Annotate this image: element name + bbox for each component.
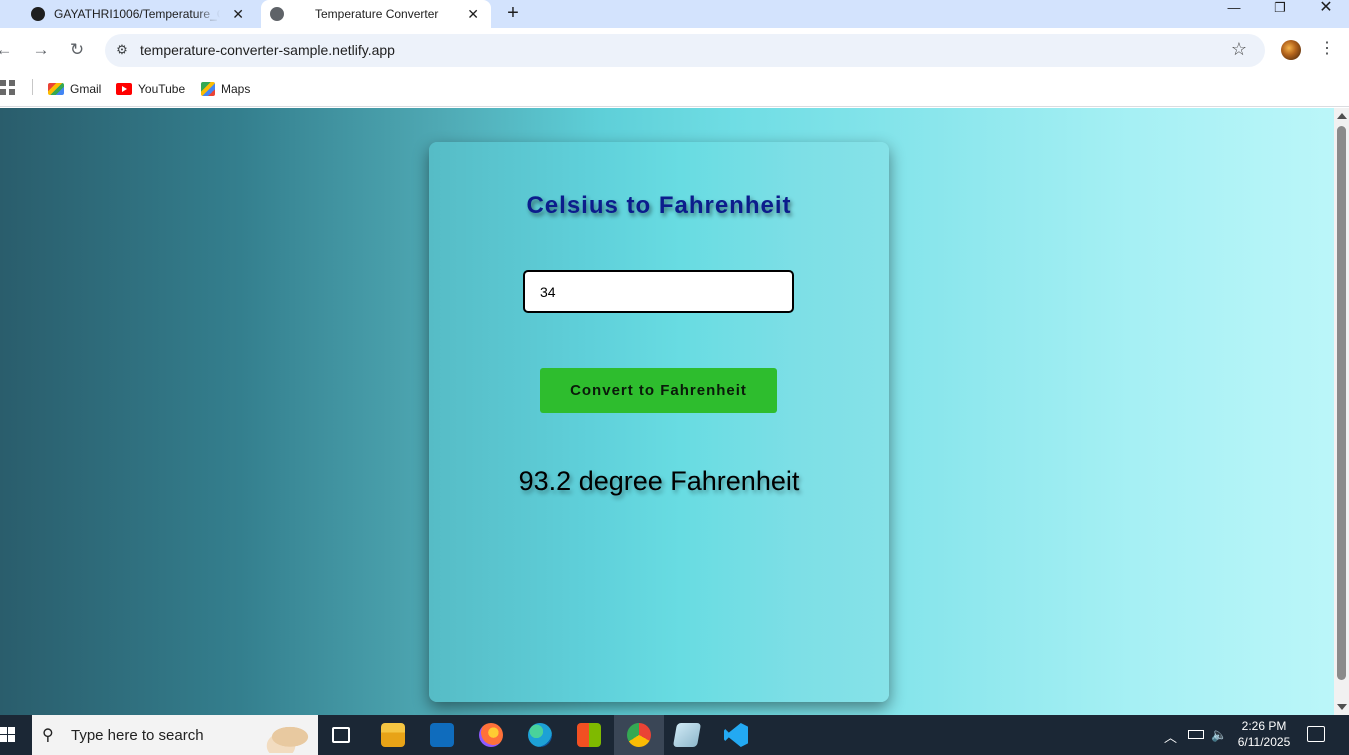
restore-button[interactable]: ❐ — [1260, 0, 1300, 20]
volume-icon[interactable]: 🔈 — [1211, 727, 1227, 743]
bookmark-youtube-label: YouTube — [138, 82, 186, 96]
browser-menu-icon[interactable]: ⋮ — [1318, 39, 1336, 59]
tab-github-title: GAYATHRI1006/Temperature_Co — [54, 7, 220, 21]
bookmark-youtube[interactable]: YouTube — [116, 79, 185, 99]
microsoft-store-icon[interactable] — [577, 723, 601, 747]
close-tab-icon[interactable]: ✕ — [467, 5, 479, 23]
vscode-icon[interactable] — [724, 723, 748, 747]
gmail-icon — [48, 83, 64, 95]
taskbar-clock[interactable]: 2:26 PM 6/11/2025 — [1236, 718, 1292, 750]
notepad-icon[interactable] — [672, 723, 702, 747]
forward-button[interactable]: → — [31, 40, 51, 60]
file-explorer-icon[interactable] — [381, 723, 405, 747]
tab-temperature-converter[interactable]: Temperature Converter ✕ — [261, 0, 491, 28]
bookmark-star-icon[interactable]: ☆ — [1231, 39, 1247, 60]
convert-button[interactable]: Convert to Fahrenheit — [540, 368, 777, 413]
maps-icon — [201, 82, 215, 96]
scroll-down-arrow-icon[interactable] — [1337, 704, 1347, 710]
result-text: 93.2 degree Fahrenheit — [518, 466, 800, 496]
new-tab-button[interactable]: + — [503, 0, 523, 28]
clock-date: 6/11/2025 — [1237, 735, 1291, 749]
bookmarks-bar: Gmail YouTube Maps — [0, 72, 1349, 107]
address-bar[interactable]: ⚙ temperature-converter-sample.netlify.a… — [105, 34, 1265, 67]
windows-start-icon[interactable] — [0, 727, 16, 743]
bookmark-maps-label: Maps — [221, 82, 251, 96]
search-icon: ⚲ — [42, 727, 54, 744]
taskbar-search[interactable]: ⚲ Type here to search — [32, 715, 318, 755]
clock-time: 2:26 PM — [1241, 719, 1287, 733]
show-hidden-icons-icon[interactable]: ︿ — [1164, 727, 1177, 746]
bookmarks-divider — [32, 79, 33, 95]
bookmark-gmail-label: Gmail — [70, 82, 102, 96]
celsius-input[interactable] — [523, 270, 794, 313]
vertical-scrollbar[interactable] — [1334, 108, 1349, 715]
github-icon — [31, 7, 45, 21]
close-window-button[interactable]: ✕ — [1306, 0, 1346, 20]
back-button[interactable]: ← — [0, 40, 14, 60]
taskbar-search-placeholder: Type here to search — [71, 727, 204, 744]
reload-button[interactable]: ↻ — [67, 40, 87, 60]
notifications-icon[interactable] — [1307, 726, 1325, 742]
firefox-icon[interactable] — [479, 723, 503, 747]
page-viewport: Celsius to Fahrenheit Convert to Fahrenh… — [0, 108, 1334, 715]
scrollbar-thumb[interactable] — [1337, 126, 1346, 680]
page-title: Celsius to Fahrenheit — [526, 192, 792, 219]
globe-icon — [270, 7, 284, 21]
scroll-up-arrow-icon[interactable] — [1337, 113, 1347, 119]
site-info-icon[interactable]: ⚙ — [113, 41, 131, 59]
minimize-button[interactable]: — — [1214, 0, 1254, 20]
apps-grid-icon[interactable] — [0, 80, 16, 96]
url-text[interactable]: temperature-converter-sample.netlify.app — [140, 42, 395, 58]
browser-tab-strip: GAYATHRI1006/Temperature_Co ✕ Temperatur… — [0, 0, 1349, 28]
converter-card: Celsius to Fahrenheit Convert to Fahrenh… — [429, 142, 889, 702]
search-highlight-illustration — [254, 717, 314, 753]
youtube-icon — [116, 83, 132, 95]
edge-icon[interactable] — [528, 723, 552, 747]
task-view-icon[interactable] — [332, 727, 350, 743]
bookmark-maps[interactable]: Maps — [201, 79, 250, 99]
profile-avatar[interactable] — [1281, 40, 1301, 60]
close-tab-icon[interactable]: ✕ — [232, 5, 244, 23]
chrome-icon[interactable] — [627, 723, 651, 747]
windows-taskbar: ⚲ Type here to search ︿ 🔈 2:26 PM 6/11/2… — [0, 715, 1349, 755]
bookmark-gmail[interactable]: Gmail — [48, 79, 101, 99]
tab-github[interactable]: GAYATHRI1006/Temperature_Co ✕ — [0, 0, 258, 28]
tab-active-title: Temperature Converter — [315, 7, 439, 21]
browser-toolbar: ← → ↻ ⚙ temperature-converter-sample.net… — [0, 28, 1349, 72]
outlook-icon[interactable] — [430, 723, 454, 747]
battery-icon[interactable] — [1188, 730, 1204, 739]
